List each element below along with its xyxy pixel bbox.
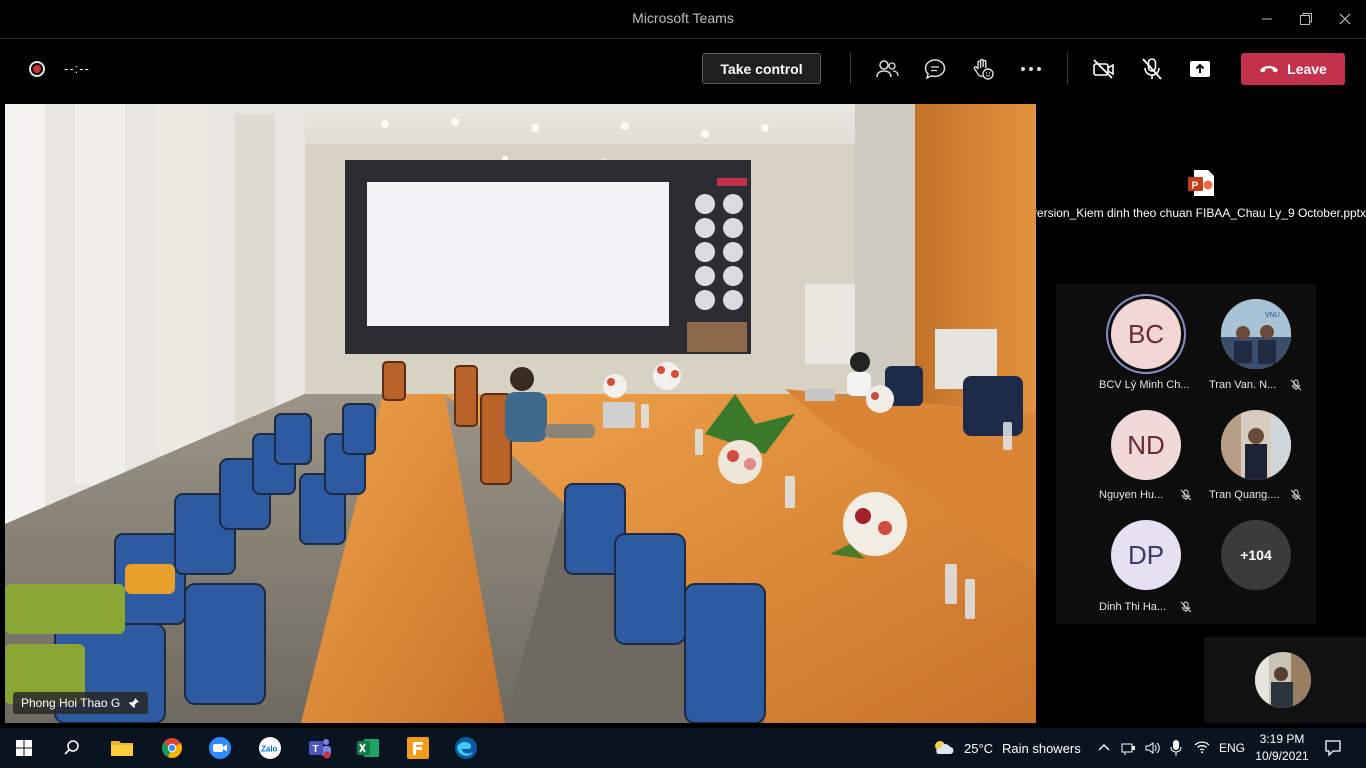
notifications-icon[interactable] bbox=[1324, 739, 1342, 757]
minimize-icon bbox=[1262, 18, 1272, 20]
input-language[interactable]: ENG bbox=[1219, 741, 1245, 755]
taskbar-foxit[interactable] bbox=[405, 736, 431, 760]
search-icon bbox=[64, 740, 79, 755]
taskbar-edge[interactable] bbox=[453, 736, 479, 760]
share-tray-icon bbox=[1190, 61, 1210, 77]
zoom-icon bbox=[209, 737, 231, 759]
participant-avatar[interactable] bbox=[1221, 410, 1291, 480]
clock-date: 10/9/2021 bbox=[1255, 749, 1309, 763]
weather-description[interactable]: Rain showers bbox=[1002, 741, 1081, 756]
participant-name: Tran Van. N... bbox=[1209, 379, 1277, 391]
conference-room-video bbox=[5, 104, 1036, 723]
powerpoint-file-icon[interactable]: P bbox=[1186, 168, 1216, 198]
participants-button[interactable] bbox=[872, 55, 902, 83]
taskbar-zalo[interactable]: Zalo bbox=[257, 736, 283, 760]
muted-mic-icon bbox=[1290, 379, 1302, 391]
taskbar-clock[interactable]: 3:19 PM 10/9/2021 bbox=[1252, 731, 1312, 765]
take-control-button[interactable]: Take control bbox=[702, 53, 821, 84]
video-participant-name: Phong Hoi Thao G bbox=[21, 696, 121, 710]
svg-text:Zalo: Zalo bbox=[261, 745, 278, 754]
folder-icon bbox=[111, 741, 133, 756]
muted-mic-icon bbox=[1290, 489, 1302, 501]
taskbar-zoom[interactable] bbox=[207, 736, 233, 760]
chat-button[interactable] bbox=[920, 55, 950, 83]
participant-photo bbox=[1221, 410, 1291, 480]
wifi-icon[interactable] bbox=[1194, 740, 1210, 754]
mic-toggle-button[interactable] bbox=[1137, 55, 1167, 83]
taskbar-file-explorer[interactable] bbox=[109, 736, 135, 760]
restore-icon bbox=[1300, 13, 1312, 25]
raise-hand-icon bbox=[973, 58, 994, 80]
participant-avatar[interactable]: ND bbox=[1111, 410, 1181, 480]
shared-file-name[interactable]: Final version_Kiem dinh theo chuan FIBAA… bbox=[1036, 206, 1366, 220]
people-icon bbox=[876, 60, 899, 78]
participant-avatar[interactable]: VNU bbox=[1221, 299, 1291, 369]
muted-mic-icon bbox=[1180, 489, 1192, 501]
more-participants-button[interactable]: +104 bbox=[1221, 520, 1291, 590]
title-bar: Microsoft Teams bbox=[0, 0, 1366, 39]
participant-name: BCV Lý Minh Ch... bbox=[1099, 379, 1190, 391]
video-name-tag: Phong Hoi Thao G bbox=[13, 692, 149, 714]
self-avatar bbox=[1255, 652, 1311, 708]
participant-photo: VNU bbox=[1221, 299, 1291, 369]
zalo-icon: Zalo bbox=[259, 737, 281, 759]
close-window-button[interactable] bbox=[1322, 4, 1366, 34]
weather-rain-icon bbox=[935, 741, 954, 754]
close-icon bbox=[1339, 13, 1351, 25]
start-button[interactable] bbox=[11, 736, 37, 760]
chrome-icon bbox=[162, 738, 182, 758]
chat-icon bbox=[924, 59, 946, 80]
participant-avatar[interactable]: DP bbox=[1111, 520, 1181, 590]
network-icon[interactable] bbox=[1120, 740, 1138, 756]
share-content-button[interactable] bbox=[1185, 55, 1215, 83]
svg-text:VNU: VNU bbox=[1265, 312, 1280, 319]
meeting-control-bar: --:-- Take control Leave bbox=[0, 39, 1366, 103]
teams-icon: T bbox=[309, 739, 331, 759]
main-video-feed[interactable] bbox=[5, 104, 1036, 723]
svg-text:T: T bbox=[313, 744, 319, 755]
chevron-up-icon[interactable] bbox=[1098, 742, 1110, 752]
meeting-timer: --:-- bbox=[64, 61, 90, 76]
microphone-icon[interactable] bbox=[1170, 739, 1182, 757]
camera-off-icon bbox=[1093, 59, 1114, 79]
windows-taskbar: Zalo T 25°C Rain showers ENG bbox=[0, 728, 1366, 768]
reactions-button[interactable] bbox=[968, 55, 998, 83]
toolbar-divider bbox=[850, 53, 851, 85]
more-actions-button[interactable] bbox=[1016, 55, 1046, 83]
participant-name: Nguyen Hu... bbox=[1099, 489, 1164, 501]
windows-logo-icon bbox=[16, 740, 32, 756]
excel-icon bbox=[357, 739, 379, 757]
search-button[interactable] bbox=[59, 736, 85, 760]
toolbar-divider bbox=[1067, 53, 1068, 85]
participant-avatar[interactable]: BC bbox=[1111, 299, 1181, 369]
muted-mic-icon bbox=[1180, 601, 1192, 613]
clock-time: 3:19 PM bbox=[1259, 732, 1305, 746]
more-icon bbox=[1021, 67, 1041, 71]
participant-name: Dinh Thi Ha... bbox=[1099, 601, 1167, 613]
pdf-reader-icon bbox=[407, 737, 429, 759]
svg-text:P: P bbox=[1192, 181, 1199, 192]
pin-icon[interactable] bbox=[128, 697, 140, 709]
hang-up-icon bbox=[1260, 66, 1279, 73]
mic-off-icon bbox=[1142, 58, 1162, 80]
participant-name: Tran Quang.... bbox=[1209, 489, 1280, 501]
edge-icon bbox=[455, 737, 477, 759]
camera-toggle-button[interactable] bbox=[1089, 55, 1119, 83]
leave-button[interactable]: Leave bbox=[1241, 53, 1345, 85]
taskbar-teams[interactable]: T bbox=[307, 736, 333, 760]
window-title: Microsoft Teams bbox=[632, 10, 734, 26]
volume-icon[interactable] bbox=[1144, 740, 1162, 756]
leave-label: Leave bbox=[1287, 61, 1327, 77]
weather-temperature[interactable]: 25°C bbox=[964, 741, 993, 756]
taskbar-excel[interactable] bbox=[355, 736, 381, 760]
recording-icon bbox=[29, 61, 45, 77]
taskbar-chrome[interactable] bbox=[159, 736, 185, 760]
